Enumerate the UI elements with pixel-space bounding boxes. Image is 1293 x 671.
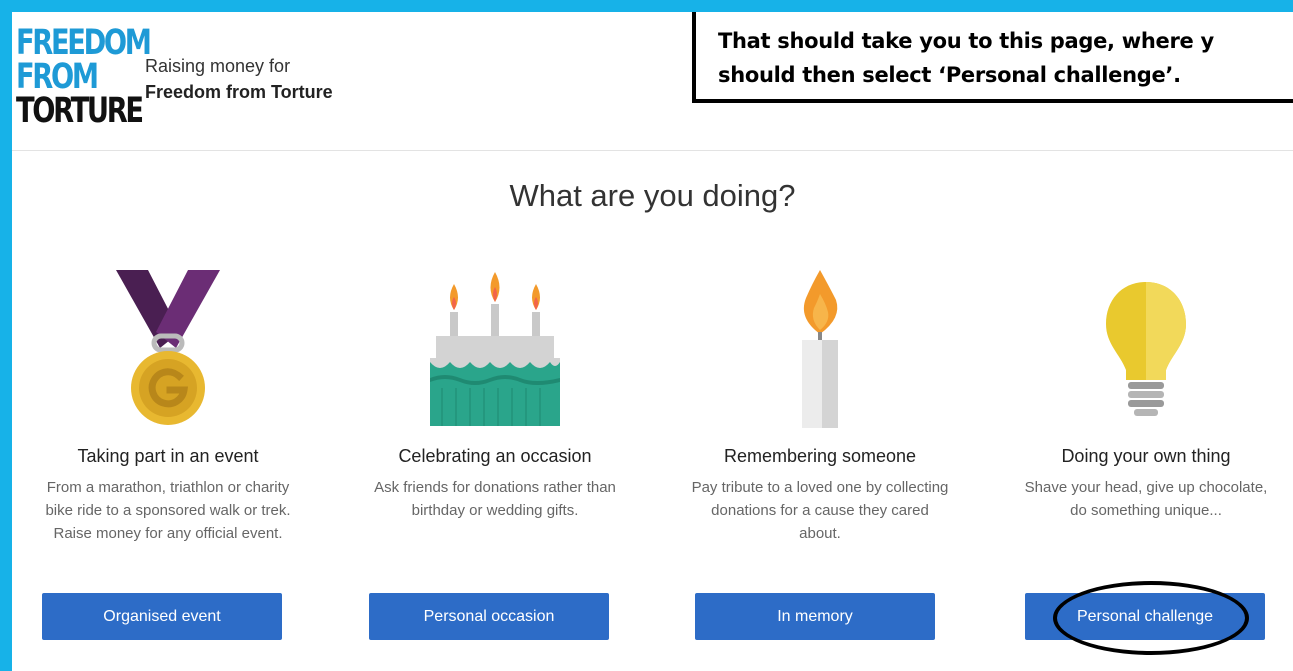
option-title: Doing your own thing [1061, 446, 1231, 466]
charity-name: Freedom from Torture [145, 82, 333, 102]
personal-challenge-button[interactable]: Personal challenge [1025, 593, 1265, 640]
option-title: Taking part in an event [77, 446, 259, 466]
option-description: Ask friends for donations rather than bi… [374, 479, 616, 519]
option-card-memory: Remembering someone Pay tribute to a lov… [670, 270, 970, 545]
option-card-event: Taking part in an event From a marathon,… [18, 270, 318, 545]
fundraising-page: FREEDOM FROM TORTURE Raising money for F… [12, 12, 1293, 671]
organised-event-button[interactable]: Organised event [42, 593, 282, 640]
lightbulb-icon [1106, 282, 1186, 416]
option-title: Remembering someone [723, 446, 917, 466]
page-title: What are you doing? [509, 178, 796, 213]
logo-line-2: FROM [16, 57, 99, 97]
logo-line-3: TORTURE [16, 91, 144, 131]
option-card-challenge: Doing your own thing Shave your head, gi… [996, 270, 1293, 522]
option-card-occasion: Celebrating an occasion Ask friends for … [345, 270, 645, 522]
in-memory-button[interactable]: In memory [695, 593, 935, 640]
option-title: Celebrating an occasion [398, 446, 592, 466]
instruction-line-2: should then select ‘Personal challenge’. [718, 63, 1181, 87]
instruction-line-1: That should take you to this page, where… [718, 29, 1214, 53]
freedom-from-torture-logo[interactable]: FREEDOM FROM TORTURE [16, 23, 152, 136]
raising-money-label: Raising money for [145, 56, 291, 76]
instruction-callout: That should take you to this page, where… [692, 12, 1293, 103]
option-description: From a marathon, triathlon or charity bi… [45, 479, 291, 542]
option-description: Shave your head, give up chocolate, do s… [1024, 479, 1268, 519]
logo-line-1: FREEDOM [16, 23, 152, 63]
option-description: Pay tribute to a loved one by collecting… [691, 479, 949, 542]
candle-icon [802, 270, 838, 428]
medal-icon [116, 270, 220, 425]
birthday-cake-icon [430, 272, 560, 426]
personal-occasion-button[interactable]: Personal occasion [369, 593, 609, 640]
